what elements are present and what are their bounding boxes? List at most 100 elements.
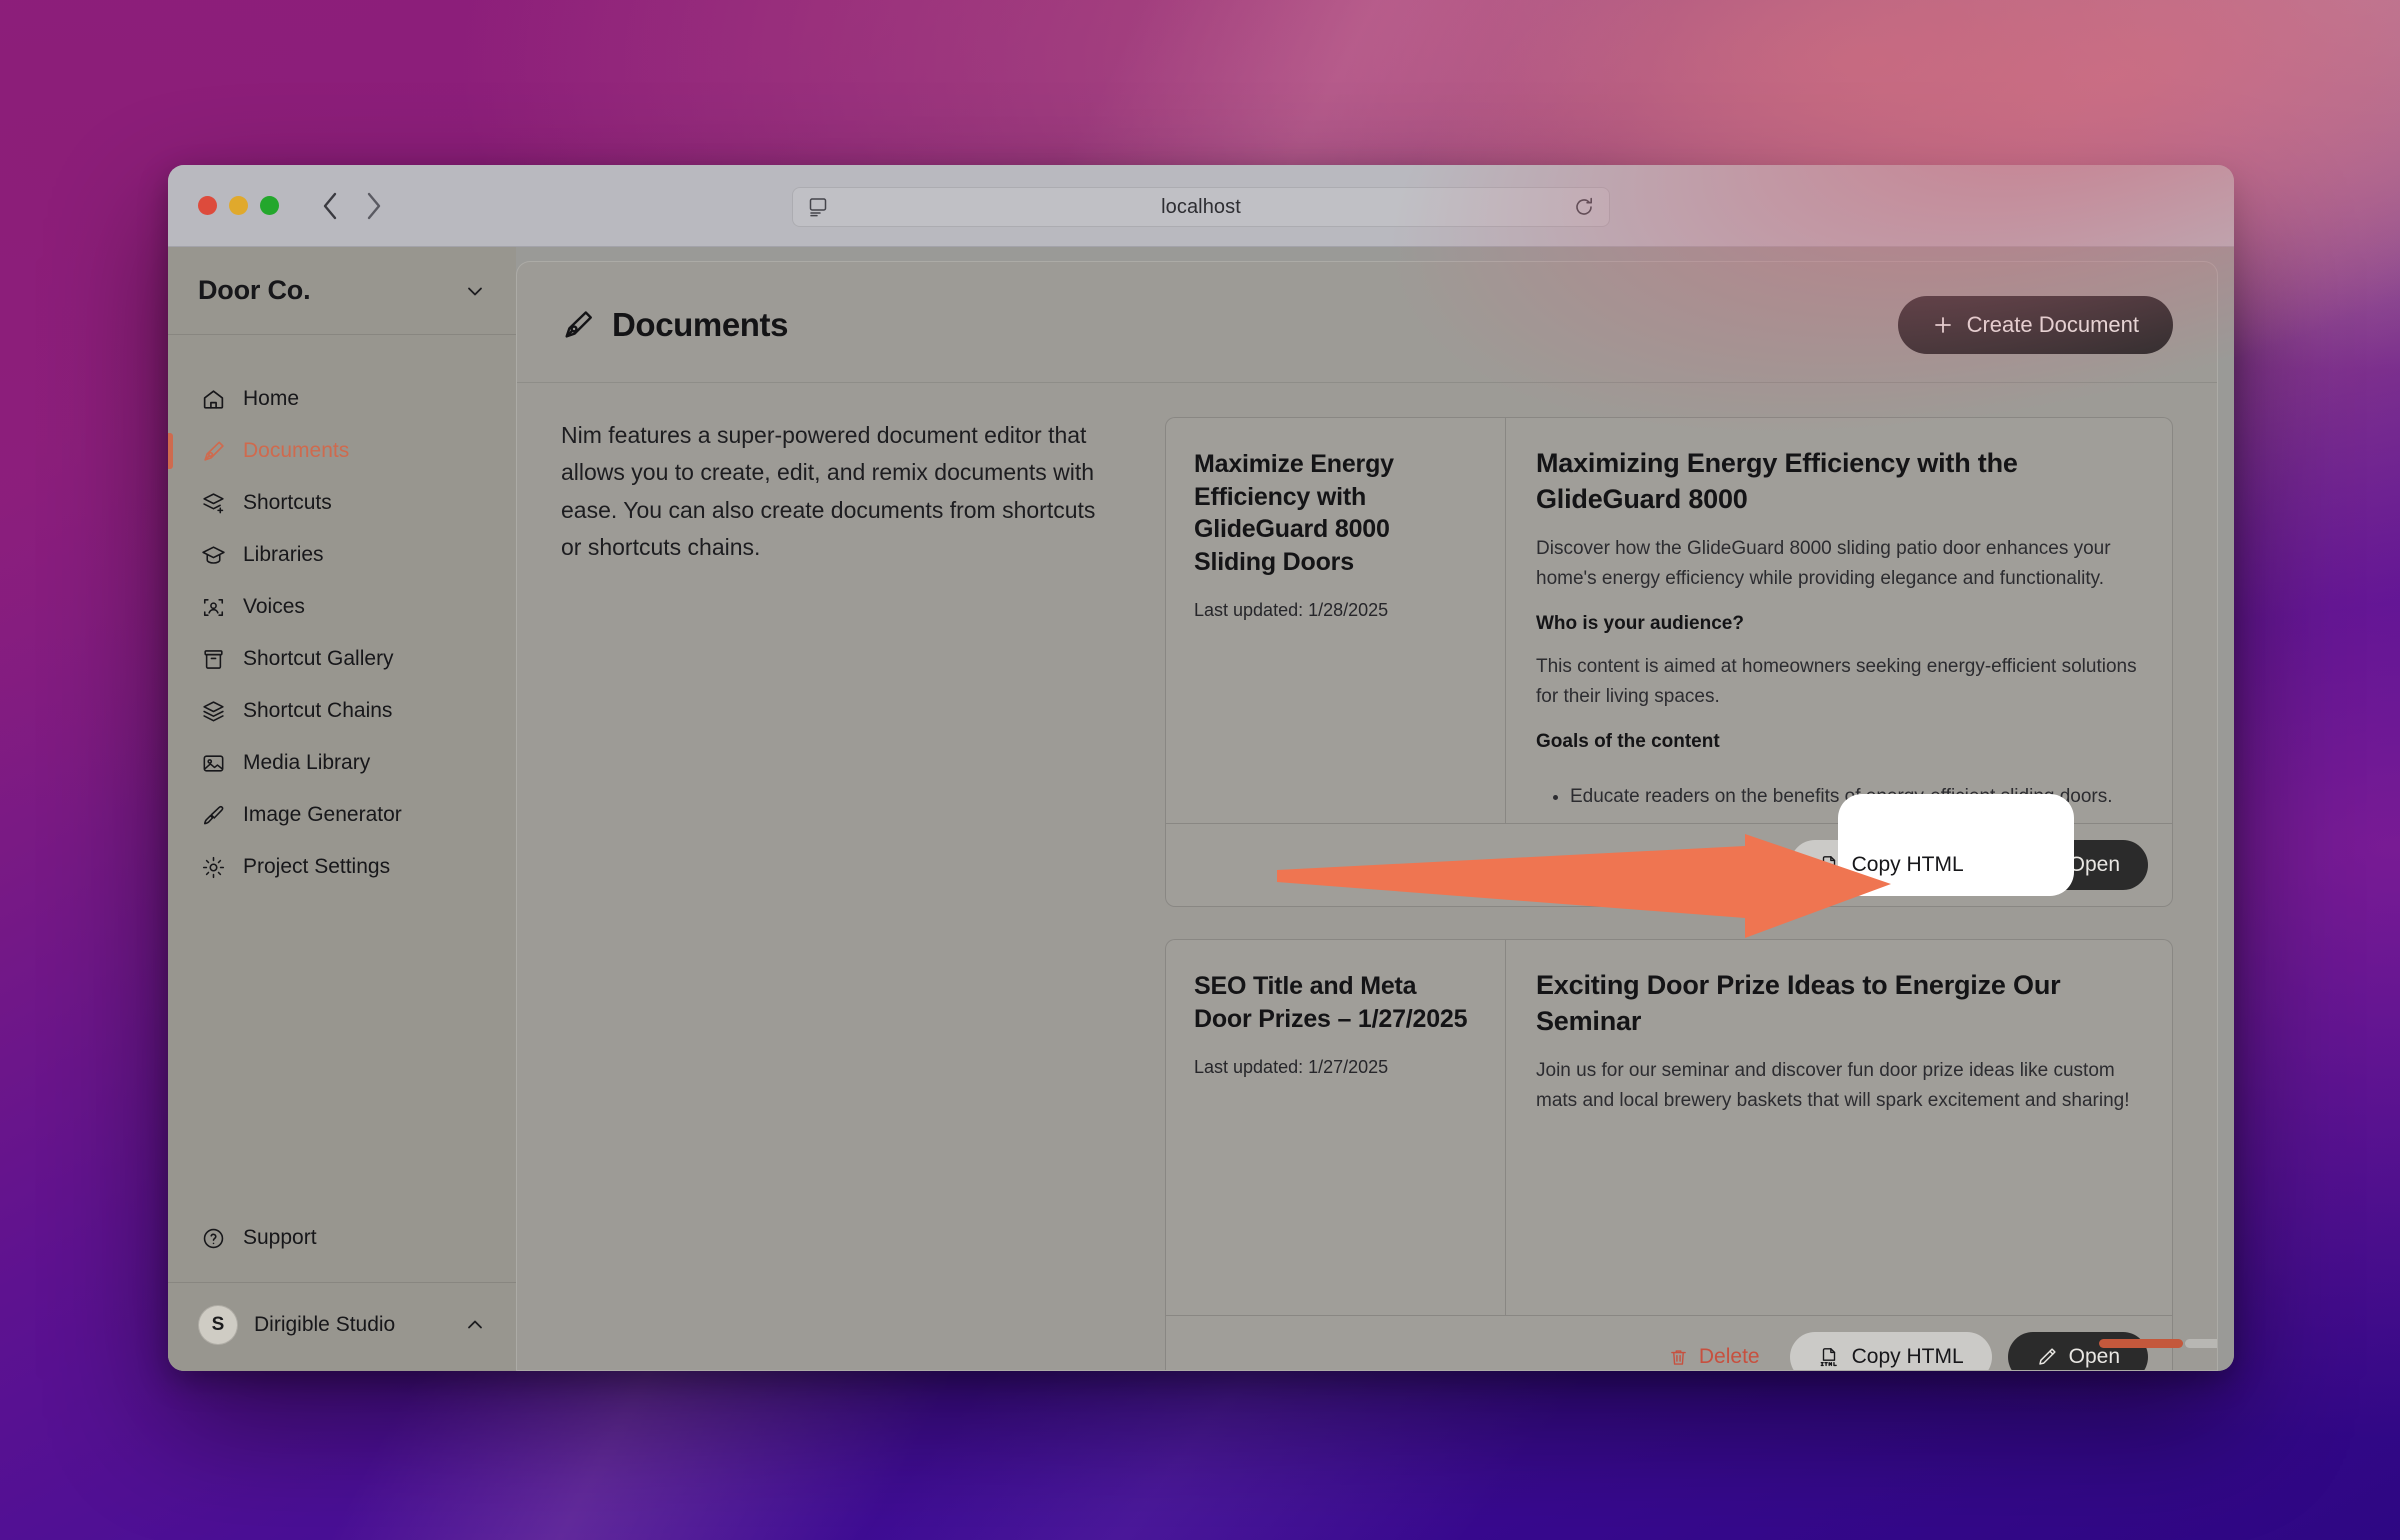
- browser-nav-buttons[interactable]: [319, 191, 385, 221]
- create-document-label: Create Document: [1966, 312, 2139, 337]
- close-window-button[interactable]: [198, 196, 217, 215]
- sidebar-item-support[interactable]: Support: [168, 1212, 516, 1264]
- document-updated: Last updated: 1/28/2025: [1194, 600, 1389, 620]
- main-area: Documents Create Document Nim features a…: [516, 247, 2234, 1371]
- sidebar-item-documents[interactable]: Documents: [168, 425, 516, 477]
- address-bar[interactable]: localhost: [792, 187, 1610, 227]
- window-traffic-lights[interactable]: [198, 196, 279, 215]
- sidebar-item-label: Project Settings: [243, 855, 391, 878]
- sidebar-item-project-settings[interactable]: Project Settings: [168, 841, 516, 893]
- scrollbar-track[interactable]: [2185, 1339, 2217, 1348]
- graduation-cap-icon: [200, 542, 226, 568]
- document-card-body: SEO Title and Meta Door Prizes – 1/27/20…: [1166, 940, 2172, 1315]
- sidebar-item-label: Documents: [243, 439, 350, 462]
- sidebar-item-shortcut-gallery[interactable]: Shortcut Gallery: [168, 633, 516, 685]
- desktop-wallpaper: localhost Door Co. Home Documents Shortc…: [0, 0, 2400, 1540]
- intro-paragraph: Nim features a super-powered document ed…: [561, 422, 1096, 560]
- document-updated: Last updated: 1/27/2025: [1194, 1057, 1389, 1077]
- documents-list: Maximize Energy Efficiency with GlideGua…: [1165, 417, 2217, 1370]
- document-goals-label: Goals of the content: [1536, 731, 1720, 752]
- document-name: Maximize Energy Efficiency with GlideGua…: [1194, 450, 1394, 576]
- scrollbar-thumb[interactable]: [2099, 1339, 2183, 1348]
- documents-page: Documents Create Document Nim features a…: [516, 261, 2218, 1371]
- zoom-window-button[interactable]: [260, 196, 279, 215]
- page-title: Documents: [612, 306, 789, 343]
- reload-icon[interactable]: [1573, 196, 1595, 218]
- sidebar-item-label: Image Generator: [243, 803, 402, 826]
- url-text[interactable]: localhost: [829, 196, 1573, 219]
- open-document-button[interactable]: Open: [2007, 1332, 2148, 1370]
- page-header: Documents Create Document: [517, 262, 2217, 383]
- forward-chevron-icon[interactable]: [363, 191, 385, 221]
- sidebar-item-label: Shortcut Chains: [243, 699, 393, 722]
- minimize-window-button[interactable]: [229, 196, 248, 215]
- delete-document-label: Delete: [1698, 1345, 1760, 1368]
- document-audience-label: Who is your audience?: [1536, 613, 1744, 635]
- layers-icon: [200, 698, 226, 724]
- back-chevron-icon[interactable]: [319, 191, 341, 221]
- create-document-button[interactable]: Create Document: [1897, 296, 2173, 354]
- document-name: SEO Title and Meta Door Prizes – 1/27/20…: [1194, 972, 1468, 1033]
- archive-box-icon: [200, 646, 226, 672]
- workspace-switcher[interactable]: Door Co.: [168, 247, 516, 335]
- sidebar-nav: Home Documents Shortcuts Libraries Voice…: [168, 335, 516, 1212]
- html-file-icon: [1818, 854, 1840, 876]
- app-body: Door Co. Home Documents Shortcuts Librar…: [168, 247, 2234, 1371]
- sidebar-item-home[interactable]: Home: [168, 373, 516, 425]
- paintbrush-icon: [200, 802, 226, 828]
- sidebar-item-media-library[interactable]: Media Library: [168, 737, 516, 789]
- chevron-down-icon[interactable]: [464, 280, 486, 302]
- sidebar-support-section: Support: [168, 1212, 516, 1282]
- sidebar-item-label: Shortcuts: [243, 491, 332, 514]
- sidebar-item-image-generator[interactable]: Image Generator: [168, 789, 516, 841]
- document-actions: Copy HTML Open: [1166, 804, 2172, 906]
- copy-html-button[interactable]: Copy HTML: [1789, 1332, 1992, 1370]
- sidebar-item-label: Voices: [243, 595, 305, 618]
- layers-plus-icon: [200, 490, 226, 516]
- sidebar-item-shortcuts[interactable]: Shortcuts: [168, 477, 516, 529]
- reader-view-icon[interactable]: [807, 196, 829, 218]
- browser-titlebar: localhost: [168, 165, 2234, 247]
- document-heading: Maximizing Energy Efficiency with the Gl…: [1536, 448, 2018, 514]
- copy-html-label: Copy HTML: [1851, 853, 1964, 876]
- avatar: S: [198, 1305, 238, 1345]
- page-title-group: Documents: [561, 306, 789, 344]
- sidebar-item-label: Shortcut Gallery: [243, 647, 394, 670]
- document-summary: Join us for our seminar and discover fun…: [1536, 1060, 2130, 1111]
- delete-document-button[interactable]: Delete: [1654, 1335, 1774, 1370]
- sidebar-item-label: Media Library: [243, 751, 371, 774]
- question-circle-icon: [200, 1225, 226, 1251]
- open-document-label: Open: [2068, 1345, 2120, 1368]
- pen-nib-icon: [561, 308, 595, 342]
- copy-html-label: Copy HTML: [1851, 1345, 1964, 1368]
- document-audience-text: This content is aimed at homeowners seek…: [1536, 656, 2137, 707]
- trash-icon: [1668, 1347, 1689, 1368]
- document-preview: Exciting Door Prize Ideas to Energize Ou…: [1506, 940, 2172, 1315]
- sidebar-item-voices[interactable]: Voices: [168, 581, 516, 633]
- sidebar: Door Co. Home Documents Shortcuts Librar…: [168, 247, 516, 1371]
- account-name: Dirigible Studio: [254, 1313, 396, 1336]
- document-card-body: Maximize Energy Efficiency with GlideGua…: [1166, 418, 2172, 823]
- document-preview: Maximizing Energy Efficiency with the Gl…: [1506, 418, 2172, 823]
- pen-nib-icon: [200, 438, 226, 464]
- sidebar-item-libraries[interactable]: Libraries: [168, 529, 516, 581]
- documents-content: Nim features a super-powered document ed…: [517, 383, 2217, 1370]
- document-summary: Discover how the GlideGuard 8000 sliding…: [1536, 538, 2111, 589]
- document-card[interactable]: SEO Title and Meta Door Prizes – 1/27/20…: [1165, 939, 2173, 1370]
- home-icon: [200, 386, 226, 412]
- workspace-name: Door Co.: [198, 275, 311, 305]
- document-actions: Delete Copy HTML Open: [1166, 1315, 2172, 1370]
- html-file-icon: [1818, 1346, 1840, 1368]
- sidebar-item-shortcut-chains[interactable]: Shortcut Chains: [168, 685, 516, 737]
- document-meta: Maximize Energy Efficiency with GlideGua…: [1166, 418, 1506, 823]
- plus-icon: [1932, 314, 1954, 336]
- copy-html-button[interactable]: Copy HTML: [1789, 840, 1992, 890]
- document-heading: Exciting Door Prize Ideas to Energize Ou…: [1536, 970, 2061, 1036]
- pencil-icon: [2036, 1346, 2058, 1368]
- account-switcher[interactable]: S Dirigible Studio: [168, 1282, 516, 1371]
- document-meta: SEO Title and Meta Door Prizes – 1/27/20…: [1166, 940, 1506, 1315]
- sidebar-item-label: Support: [243, 1226, 317, 1249]
- sidebar-item-label: Home: [243, 387, 300, 410]
- document-card[interactable]: Maximize Energy Efficiency with GlideGua…: [1165, 417, 2173, 907]
- chevron-up-icon[interactable]: [464, 1314, 486, 1336]
